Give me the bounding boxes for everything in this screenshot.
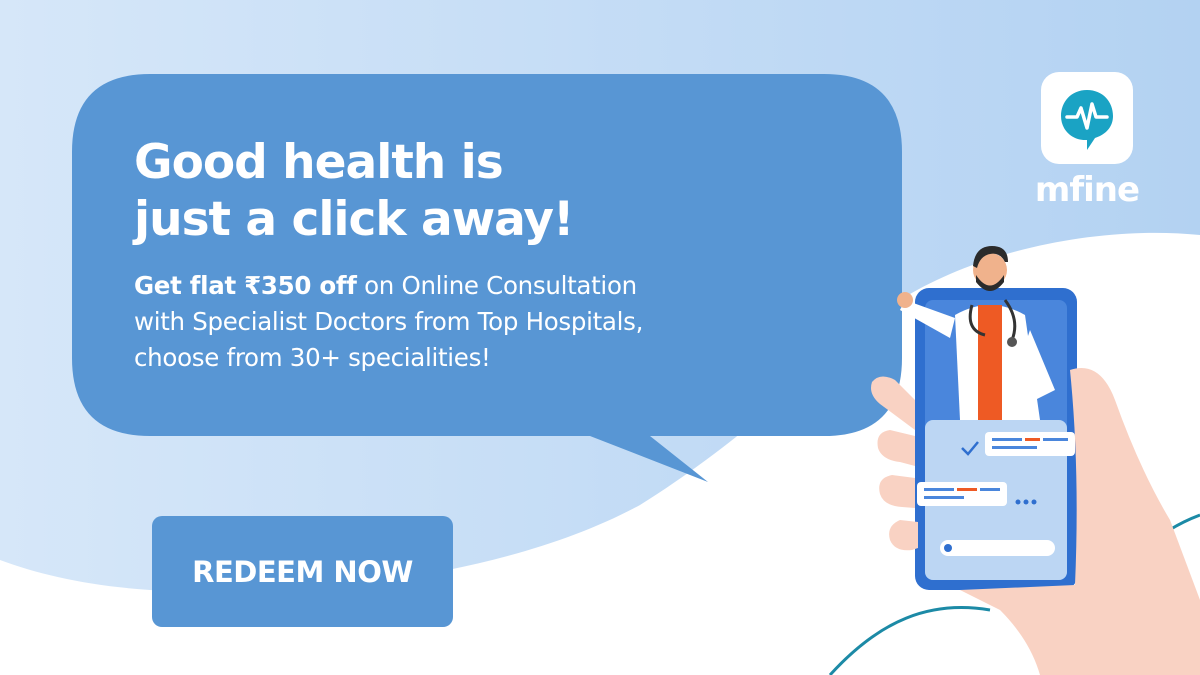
headline-line-1: Good health is xyxy=(134,135,504,190)
heartbeat-chat-icon xyxy=(1061,90,1113,150)
redeem-now-button[interactable]: REDEEM NOW xyxy=(152,516,453,627)
offer-text-line-3: choose from 30+ specialities! xyxy=(134,343,491,372)
headline-line-2: just a click away! xyxy=(134,192,575,247)
headline: Good health is just a click away! xyxy=(134,134,834,248)
offer-highlight: Get flat ₹350 off xyxy=(134,271,357,300)
offer-text-line-1: on Online Consultation xyxy=(356,271,637,300)
offer-description: Get flat ₹350 off on Online Consultation… xyxy=(134,268,834,376)
mfine-logo xyxy=(1041,72,1133,164)
brand-name: mfine xyxy=(1034,170,1140,210)
offer-text-line-2: with Specialist Doctors from Top Hospita… xyxy=(134,307,644,336)
doctor-phone-illustration xyxy=(871,246,1200,675)
